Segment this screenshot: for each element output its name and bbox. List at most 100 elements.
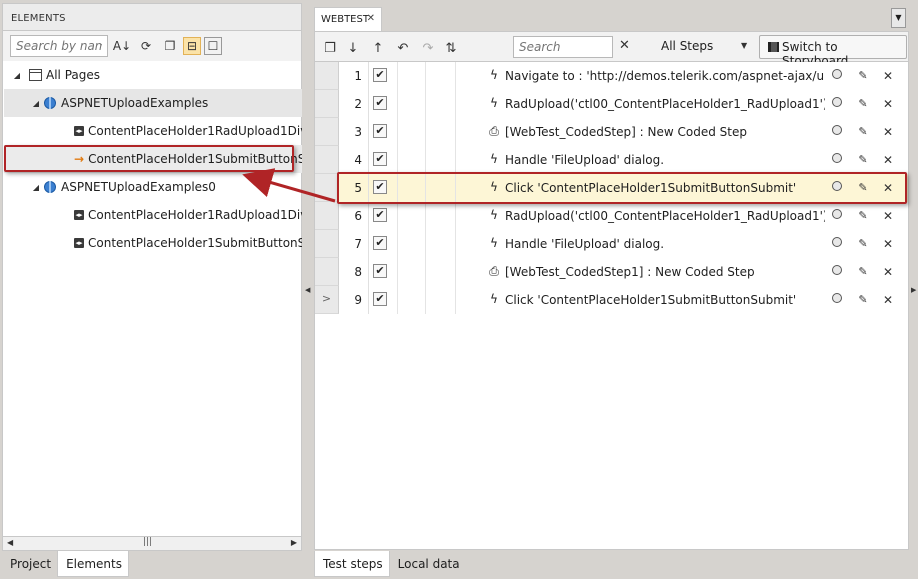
step-enabled-checkbox[interactable]: ✔ bbox=[373, 96, 387, 110]
step-description: RadUpload('ctl00_ContentPlaceHolder1_Rad… bbox=[505, 97, 825, 111]
scroll-right-icon[interactable]: ▶ bbox=[291, 538, 297, 547]
delete-icon[interactable]: ✕ bbox=[881, 293, 895, 307]
step-number: 1 bbox=[339, 62, 369, 90]
close-tab-icon[interactable]: ✕ bbox=[367, 13, 375, 24]
collapse-view-icon[interactable]: ⊟ bbox=[183, 37, 201, 55]
collapse-triangle-icon[interactable]: ◢ bbox=[31, 99, 41, 108]
tab-local-data[interactable]: Local data bbox=[390, 551, 466, 577]
breakpoint-icon[interactable] bbox=[830, 97, 844, 110]
refresh-icon[interactable]: ⟳ bbox=[137, 37, 155, 55]
tree-node-element[interactable]: ◂▸ ContentPlaceHolder1SubmitButtonSubmit bbox=[4, 229, 302, 257]
row-header[interactable] bbox=[315, 90, 339, 118]
breakpoint-icon[interactable] bbox=[830, 69, 844, 82]
step-row[interactable]: 8 ✔ ⎙ [WebTest_CodedStep1] : New Coded S… bbox=[315, 258, 908, 286]
breakpoint-icon[interactable] bbox=[830, 125, 844, 138]
move-up-icon[interactable]: ↑ bbox=[369, 39, 387, 57]
action-icon: ϟ bbox=[490, 152, 498, 166]
redo-icon[interactable]: ↷ bbox=[419, 39, 437, 57]
div-element-icon: ◂▸ bbox=[74, 210, 84, 220]
tab-list-dropdown-icon[interactable]: ▼ bbox=[891, 8, 906, 28]
tree-node-all-pages[interactable]: ◢ All Pages bbox=[4, 61, 302, 89]
step-row[interactable]: 1 ✔ ϟ Navigate to : 'http://demos.teleri… bbox=[315, 62, 908, 90]
edit-pencil-icon[interactable]: ✎ bbox=[856, 209, 870, 222]
element-search-input[interactable] bbox=[10, 35, 108, 57]
step-description: [WebTest_CodedStep] : New Coded Step bbox=[505, 125, 747, 139]
edit-pencil-icon[interactable]: ✎ bbox=[856, 153, 870, 166]
delete-icon[interactable]: ✕ bbox=[881, 69, 895, 83]
edit-pencil-icon[interactable]: ✎ bbox=[856, 69, 870, 82]
step-enabled-checkbox[interactable]: ✔ bbox=[373, 236, 387, 250]
step-row[interactable]: 4 ✔ ϟ Handle 'FileUpload' dialog. ✎ ✕ bbox=[315, 146, 908, 174]
row-header[interactable] bbox=[315, 118, 339, 146]
switch-to-storyboard-button[interactable]: Switch to Storyboard bbox=[759, 35, 907, 68]
step-row[interactable]: 3 ✔ ⎙ [WebTest_CodedStep] : New Coded St… bbox=[315, 118, 908, 146]
row-header[interactable] bbox=[315, 202, 339, 230]
collapse-triangle-icon[interactable]: ◢ bbox=[12, 71, 22, 80]
step-enabled-checkbox[interactable]: ✔ bbox=[373, 152, 387, 166]
scroll-grip-icon[interactable]: ||| bbox=[143, 537, 152, 547]
step-enabled-checkbox[interactable]: ✔ bbox=[373, 292, 387, 306]
row-header-current[interactable]: > bbox=[315, 286, 339, 314]
delete-icon[interactable]: ✕ bbox=[881, 153, 895, 167]
tree-node-page[interactable]: ◢ ASPNETUploadExamples bbox=[4, 89, 302, 117]
step-number: 4 bbox=[339, 146, 369, 174]
expand-view-icon[interactable]: ☐ bbox=[204, 37, 222, 55]
tab-webtest[interactable]: WEBTEST ✕ bbox=[314, 7, 382, 31]
action-icon: ϟ bbox=[490, 208, 498, 222]
breakpoint-icon[interactable] bbox=[830, 153, 844, 166]
tab-test-steps[interactable]: Test steps bbox=[314, 551, 390, 577]
step-enabled-checkbox[interactable]: ✔ bbox=[373, 264, 387, 278]
delete-icon[interactable]: ✕ bbox=[881, 265, 895, 279]
delete-icon[interactable]: ✕ bbox=[881, 97, 895, 111]
copy-icon[interactable]: ❐ bbox=[161, 37, 179, 55]
delete-icon[interactable]: ✕ bbox=[881, 237, 895, 251]
steps-search-input[interactable] bbox=[513, 36, 613, 58]
undo-icon[interactable]: ↶ bbox=[394, 39, 412, 57]
edit-pencil-icon[interactable]: ✎ bbox=[856, 125, 870, 138]
breakpoint-icon[interactable] bbox=[830, 237, 844, 250]
step-row[interactable]: > 9 ✔ ϟ Click 'ContentPlaceHolder1Submit… bbox=[315, 286, 908, 314]
step-enabled-checkbox[interactable]: ✔ bbox=[373, 124, 387, 138]
delete-icon[interactable]: ✕ bbox=[881, 125, 895, 139]
tree-node-element[interactable]: ◂▸ ContentPlaceHolder1RadUpload1Div bbox=[4, 201, 302, 229]
tab-project[interactable]: Project bbox=[2, 551, 57, 577]
edit-pencil-icon[interactable]: ✎ bbox=[856, 265, 870, 278]
breakpoint-icon[interactable] bbox=[830, 209, 844, 222]
step-enabled-checkbox[interactable]: ✔ bbox=[373, 68, 387, 82]
row-header[interactable] bbox=[315, 62, 339, 90]
clear-search-icon[interactable]: ✕ bbox=[619, 38, 630, 53]
row-header[interactable] bbox=[315, 230, 339, 258]
move-down-icon[interactable]: ↓ bbox=[344, 39, 362, 57]
step-options-icon[interactable]: ⇅ bbox=[442, 39, 460, 57]
sort-az-icon[interactable]: A↓ bbox=[113, 37, 131, 55]
step-description: [WebTest_CodedStep1] : New Coded Step bbox=[505, 265, 755, 279]
step-number: 8 bbox=[339, 258, 369, 286]
expand-right-arrow-icon[interactable]: ▶ bbox=[911, 286, 916, 294]
row-header[interactable] bbox=[315, 174, 339, 202]
tree-node-page[interactable]: ◢ ASPNETUploadExamples0 bbox=[4, 173, 302, 201]
delete-icon[interactable]: ✕ bbox=[881, 209, 895, 223]
scroll-left-icon[interactable]: ◀ bbox=[7, 538, 13, 547]
chevron-down-icon[interactable]: ▼ bbox=[741, 41, 747, 50]
edit-pencil-icon[interactable]: ✎ bbox=[856, 97, 870, 110]
tree-node-element[interactable]: ◂▸ ContentPlaceHolder1RadUpload1Div bbox=[4, 117, 302, 145]
edit-pencil-icon[interactable]: ✎ bbox=[856, 237, 870, 250]
collapse-left-arrow-icon[interactable]: ◀ bbox=[305, 286, 310, 294]
row-header[interactable] bbox=[315, 146, 339, 174]
step-row[interactable]: 7 ✔ ϟ Handle 'FileUpload' dialog. ✎ ✕ bbox=[315, 230, 908, 258]
step-filter-select[interactable]: All Steps bbox=[661, 39, 713, 53]
edit-pencil-icon[interactable]: ✎ bbox=[856, 293, 870, 306]
copy-steps-icon[interactable]: ❐ bbox=[321, 39, 339, 57]
test-steps-grid: 1 ✔ ϟ Navigate to : 'http://demos.teleri… bbox=[314, 62, 909, 550]
step-row[interactable]: 2 ✔ ϟ RadUpload('ctl00_ContentPlaceHolde… bbox=[315, 90, 908, 118]
step-row[interactable]: 6 ✔ ϟ RadUpload('ctl00_ContentPlaceHolde… bbox=[315, 202, 908, 230]
step-enabled-checkbox[interactable]: ✔ bbox=[373, 208, 387, 222]
elements-panel: ELEMENTS A↓ ⟳ ❐ ⊟ ☐ ◢ All Pages ◢ ASPNET… bbox=[0, 0, 304, 579]
collapse-triangle-icon[interactable]: ◢ bbox=[31, 183, 41, 192]
tab-elements[interactable]: Elements bbox=[57, 551, 129, 577]
breakpoint-icon[interactable] bbox=[830, 265, 844, 278]
breakpoint-icon[interactable] bbox=[830, 293, 844, 306]
globe-icon bbox=[43, 96, 57, 110]
horizontal-scrollbar[interactable]: ◀ ||| ▶ bbox=[2, 536, 302, 551]
row-header[interactable] bbox=[315, 258, 339, 286]
